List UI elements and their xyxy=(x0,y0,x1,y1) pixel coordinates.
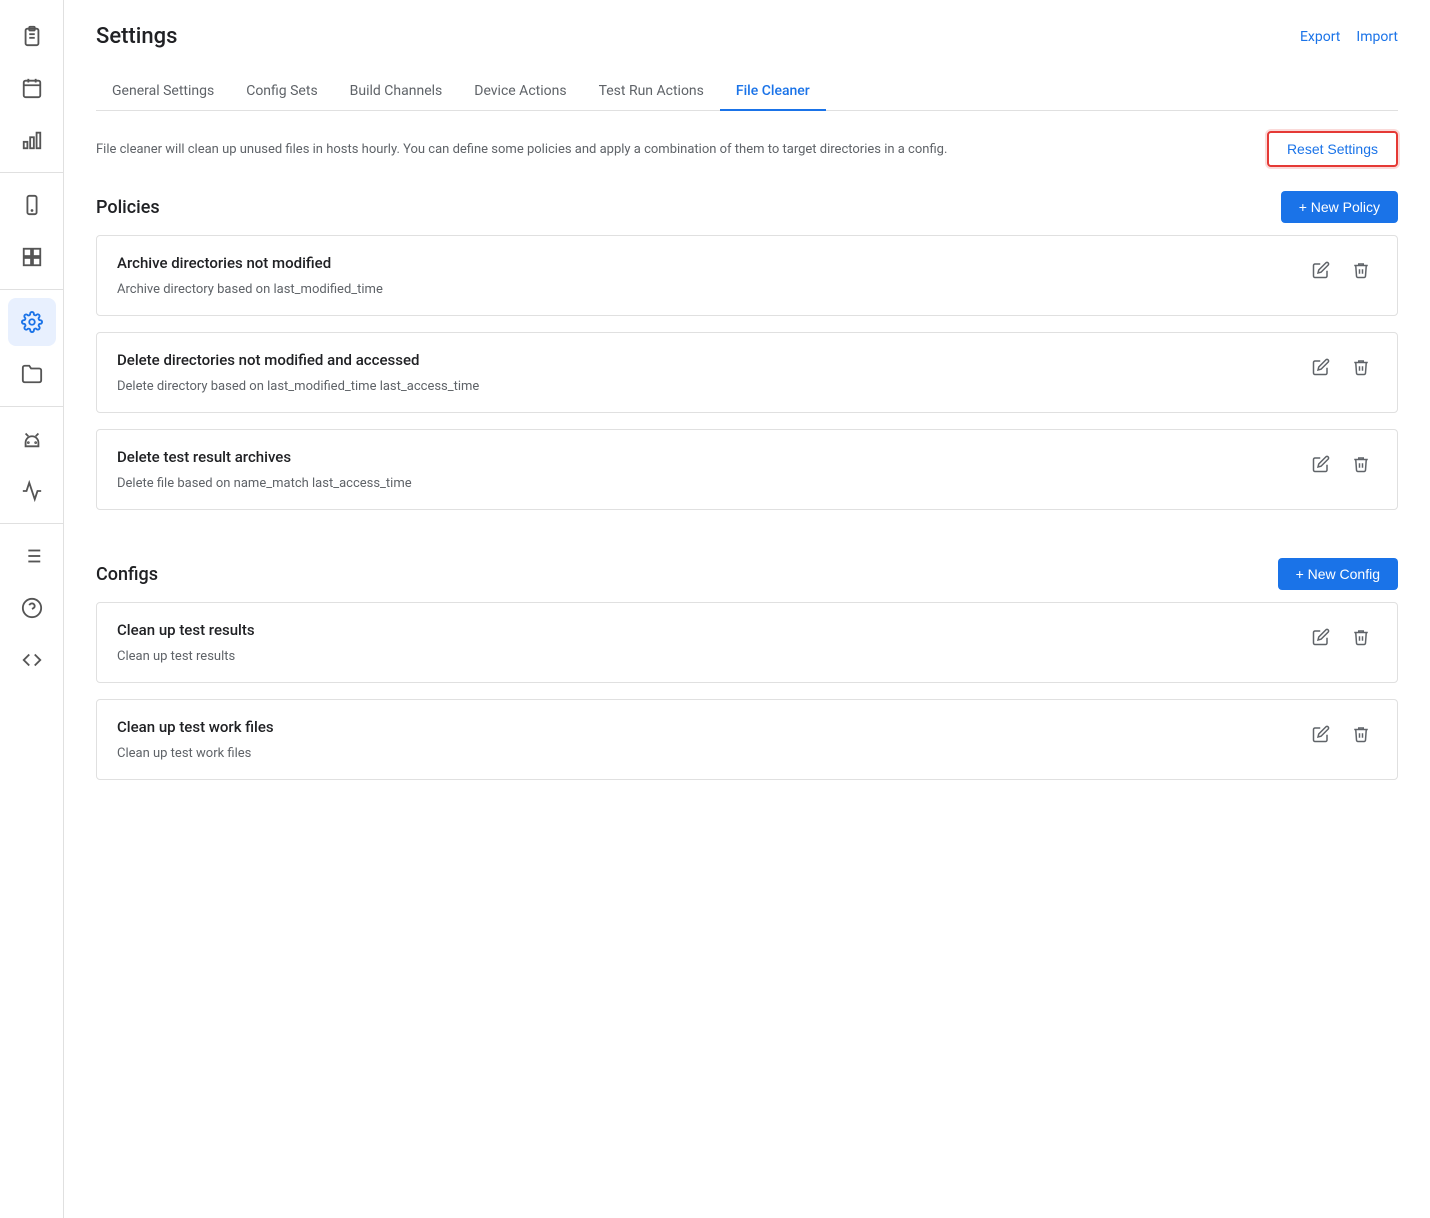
description-text: File cleaner will clean up unused files … xyxy=(96,142,1251,157)
policy-card-2-actions xyxy=(1305,448,1377,480)
policies-section: Policies + New Policy Archive directorie… xyxy=(96,191,1398,526)
config-card-1-content: Clean up test work files Clean up test w… xyxy=(117,718,1305,761)
policy-card-1-title: Delete directories not modified and acce… xyxy=(117,351,1305,369)
policy-card-1-edit-button[interactable] xyxy=(1305,351,1337,383)
config-card-0-edit-button[interactable] xyxy=(1305,621,1337,653)
reset-settings-button[interactable]: Reset Settings xyxy=(1267,131,1398,167)
configs-section-header: Configs + New Config xyxy=(96,558,1398,590)
config-card-0-actions xyxy=(1305,621,1377,653)
tab-config-sets[interactable]: Config Sets xyxy=(230,73,333,111)
sidebar-divider-3 xyxy=(0,406,63,407)
policy-card-1-actions xyxy=(1305,351,1377,383)
tab-test-run-actions[interactable]: Test Run Actions xyxy=(583,73,720,111)
tab-general-settings[interactable]: General Settings xyxy=(96,73,230,111)
policies-section-header: Policies + New Policy xyxy=(96,191,1398,223)
configs-section-title: Configs xyxy=(96,564,158,585)
header-actions: Export Import xyxy=(1300,29,1398,45)
config-card-1-delete-button[interactable] xyxy=(1345,718,1377,750)
export-link[interactable]: Export xyxy=(1300,29,1340,45)
sidebar-divider-2 xyxy=(0,289,63,290)
config-card-0: Clean up test results Clean up test resu… xyxy=(96,602,1398,683)
policy-card-2-delete-button[interactable] xyxy=(1345,448,1377,480)
import-link[interactable]: Import xyxy=(1356,29,1398,45)
tab-file-cleaner[interactable]: File Cleaner xyxy=(720,73,826,111)
new-policy-button[interactable]: + New Policy xyxy=(1281,191,1398,223)
tab-build-channels[interactable]: Build Channels xyxy=(334,73,459,111)
policy-card-2-edit-button[interactable] xyxy=(1305,448,1337,480)
sidebar-item-clipboard[interactable] xyxy=(8,12,56,60)
sidebar xyxy=(0,0,64,1218)
new-config-button[interactable]: + New Config xyxy=(1278,558,1398,590)
sidebar-item-phone[interactable] xyxy=(8,181,56,229)
policy-card-2-content: Delete test result archives Delete file … xyxy=(117,448,1305,491)
policy-card-2-subtitle: Delete file based on name_match last_acc… xyxy=(117,476,1305,491)
policy-card-0-title: Archive directories not modified xyxy=(117,254,1305,272)
sidebar-item-folder[interactable] xyxy=(8,350,56,398)
policies-section-title: Policies xyxy=(96,197,160,218)
sidebar-item-chart[interactable] xyxy=(8,116,56,164)
policy-card-1-subtitle: Delete directory based on last_modified_… xyxy=(117,379,1305,394)
config-card-1-actions xyxy=(1305,718,1377,750)
config-card-0-title: Clean up test results xyxy=(117,621,1305,639)
main-content: Settings Export Import General Settings … xyxy=(64,0,1430,1218)
policy-card-1-content: Delete directories not modified and acce… xyxy=(117,351,1305,394)
policy-card-0-subtitle: Archive directory based on last_modified… xyxy=(117,282,1305,297)
policy-card-2: Delete test result archives Delete file … xyxy=(96,429,1398,510)
sidebar-item-monitor[interactable] xyxy=(8,467,56,515)
config-card-0-content: Clean up test results Clean up test resu… xyxy=(117,621,1305,664)
tab-device-actions[interactable]: Device Actions xyxy=(458,73,582,111)
sidebar-item-settings[interactable] xyxy=(8,298,56,346)
policy-card-0: Archive directories not modified Archive… xyxy=(96,235,1398,316)
sidebar-item-calendar[interactable] xyxy=(8,64,56,112)
config-card-1-subtitle: Clean up test work files xyxy=(117,746,1305,761)
configs-section: Configs + New Config Clean up test resul… xyxy=(96,558,1398,796)
config-card-0-subtitle: Clean up test results xyxy=(117,649,1305,664)
policy-card-0-delete-button[interactable] xyxy=(1345,254,1377,286)
policy-card-1: Delete directories not modified and acce… xyxy=(96,332,1398,413)
sidebar-item-android[interactable] xyxy=(8,415,56,463)
config-card-1: Clean up test work files Clean up test w… xyxy=(96,699,1398,780)
policy-card-0-edit-button[interactable] xyxy=(1305,254,1337,286)
sidebar-item-help[interactable] xyxy=(8,584,56,632)
policy-card-1-delete-button[interactable] xyxy=(1345,351,1377,383)
config-card-1-title: Clean up test work files xyxy=(117,718,1305,736)
sidebar-item-layers[interactable] xyxy=(8,233,56,281)
policy-card-0-actions xyxy=(1305,254,1377,286)
config-card-0-delete-button[interactable] xyxy=(1345,621,1377,653)
description-bar: File cleaner will clean up unused files … xyxy=(96,131,1398,167)
page-header: Settings Export Import xyxy=(96,24,1398,49)
tab-bar: General Settings Config Sets Build Chann… xyxy=(96,73,1398,111)
sidebar-divider-4 xyxy=(0,523,63,524)
config-card-1-edit-button[interactable] xyxy=(1305,718,1337,750)
policy-card-0-content: Archive directories not modified Archive… xyxy=(117,254,1305,297)
sidebar-divider-1 xyxy=(0,172,63,173)
page-title: Settings xyxy=(96,24,177,49)
policy-card-2-title: Delete test result archives xyxy=(117,448,1305,466)
sidebar-item-list[interactable] xyxy=(8,532,56,580)
sidebar-item-code[interactable] xyxy=(8,636,56,684)
